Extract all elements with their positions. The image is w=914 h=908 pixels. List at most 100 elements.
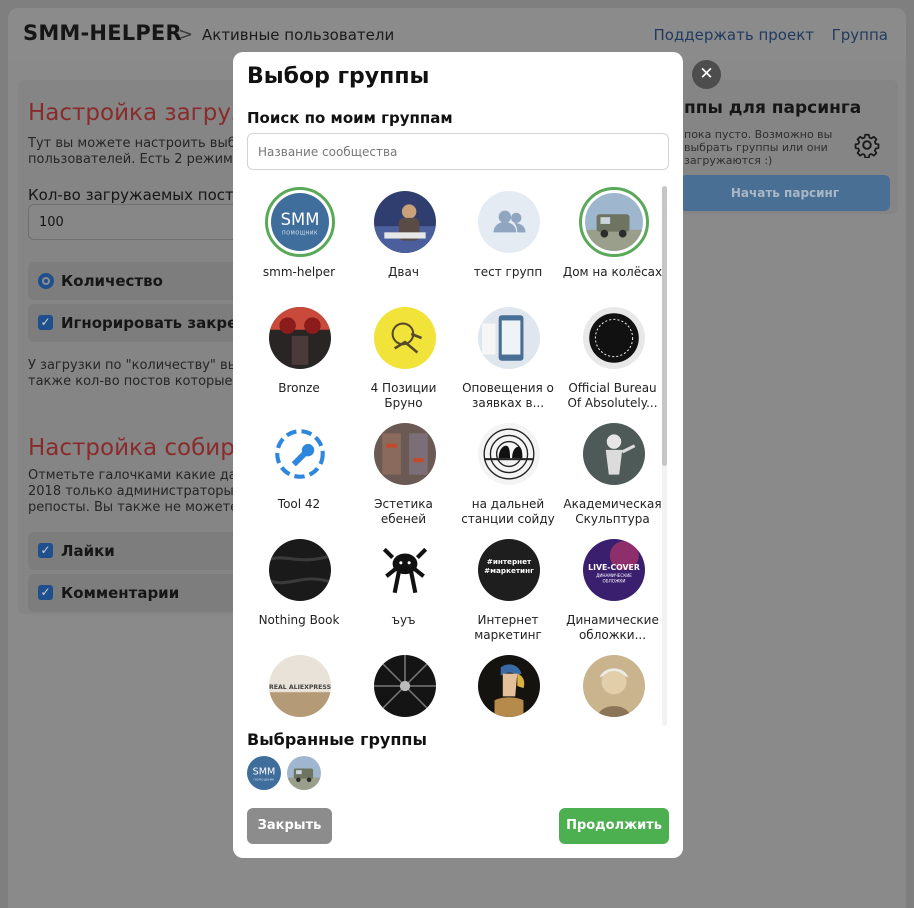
svg-text:ПОМОЩНИК: ПОМОЩНИК (253, 777, 274, 781)
group-avatar[interactable]: SMM ПОМОЩНИК (265, 187, 335, 257)
group-card[interactable]: SMM ПОМОЩНИК smm-helper (247, 184, 351, 294)
group-avatar[interactable] (370, 187, 440, 257)
group-card[interactable]: Bronze (247, 300, 351, 410)
group-avatar-image: REAL ALIEXPRESS (269, 655, 331, 717)
collect-desc-line-2: 2018 только администраторы с (28, 484, 246, 499)
group-avatar[interactable] (265, 303, 335, 373)
likes-label: Лайки (61, 542, 115, 560)
group-avatar[interactable] (370, 419, 440, 489)
group-card[interactable]: 4 Позиции Бруно (352, 300, 456, 410)
group-card[interactable]: #интернет #маркетинг Интернет маркетинг (456, 532, 560, 642)
group-avatar-image (582, 655, 645, 717)
group-card[interactable]: Двач (352, 184, 456, 294)
group-card[interactable]: Official Bureau Of Absolutely... (561, 300, 665, 410)
group-card[interactable] (561, 648, 665, 728)
group-name: ъуъ (391, 613, 416, 627)
group-avatar-image (478, 655, 540, 717)
group-avatar[interactable] (579, 419, 649, 489)
continue-button[interactable]: Продолжить (559, 808, 669, 844)
group-name: Дом на колёсах (562, 265, 663, 279)
group-avatar[interactable] (474, 419, 544, 489)
group-card[interactable] (352, 648, 456, 728)
group-avatar[interactable]: LIVE-COVER ДИНАМИЧЕСКИЕ ОБЛОЖКИ (579, 535, 649, 605)
radio-selected-icon (38, 273, 54, 289)
app-brand[interactable]: SMM-HELPER (23, 21, 182, 45)
close-button[interactable]: Закрыть (247, 808, 332, 844)
group-avatar[interactable] (579, 303, 649, 373)
option-ignore-label: Игнорировать закрепл (61, 314, 259, 332)
close-icon[interactable]: ✕ (692, 60, 721, 89)
group-avatar-image (373, 423, 436, 485)
group-avatar[interactable] (265, 535, 335, 605)
group-avatar-image (582, 423, 645, 485)
checkbox-checked-icon: ✓ (38, 543, 53, 558)
group-name: smm-helper (262, 265, 336, 279)
group-avatar-image (582, 307, 645, 369)
svg-text:ОБЛОЖКИ: ОБЛОЖКИ (602, 578, 625, 583)
group-avatar[interactable]: #интернет #маркетинг (474, 535, 544, 605)
group-card[interactable]: Tool 42 (247, 416, 351, 526)
breadcrumb-current: Активные пользователи (202, 26, 395, 44)
group-card[interactable]: Академическая Скульптура (561, 416, 665, 526)
start-parsing-button[interactable]: Начать парсинг (680, 175, 890, 211)
load-desc-line-2: пользователей. Есть 2 режима (28, 152, 241, 167)
group-avatar-image (373, 539, 436, 601)
svg-text:LIVE-COVER: LIVE-COVER (588, 563, 640, 572)
load-desc-line-1: Тут вы можете настроить выбо (28, 136, 244, 151)
group-avatar-image (373, 655, 436, 717)
gear-icon[interactable] (854, 132, 880, 158)
nav-support-link[interactable]: Поддержать проект (653, 26, 814, 44)
group-avatar-image (478, 423, 540, 485)
group-avatar[interactable] (578, 187, 649, 257)
svg-text:#интернет: #интернет (487, 557, 532, 566)
group-card[interactable]: ъуъ (352, 532, 456, 642)
group-name: 4 Позиции Бруно (370, 381, 437, 410)
group-select-modal: Выбор группы Поиск по моим группам SMMПО… (233, 52, 683, 858)
users-icon (478, 191, 540, 253)
group-avatar[interactable] (370, 303, 440, 373)
group-avatar-image (373, 191, 436, 253)
group-avatar-image (269, 307, 331, 369)
group-avatar-image: #интернет #маркетинг (478, 539, 540, 601)
checkbox-checked-icon: ✓ (38, 585, 53, 600)
group-card[interactable] (456, 648, 560, 728)
wrench-icon (269, 423, 331, 485)
group-name: Двач (388, 265, 419, 279)
group-card[interactable]: Оповещения о заявках в... (456, 300, 560, 410)
group-search-input[interactable] (247, 133, 669, 170)
group-card[interactable]: LIVE-COVER ДИНАМИЧЕСКИЕ ОБЛОЖКИ Динамически… (561, 532, 665, 642)
group-card[interactable]: на дальней станции сойду (456, 416, 560, 526)
group-card[interactable]: тест групп (456, 184, 560, 294)
group-name: на дальней станции сойду (461, 497, 555, 526)
note-line-2: также кол-во постов которые н (28, 374, 246, 389)
group-name: Official Bureau Of Absolutely... (567, 381, 658, 410)
group-avatar[interactable] (474, 651, 544, 721)
group-avatar-image (478, 307, 540, 369)
selected-group-avatar[interactable]: SMM ПОМОЩНИК (247, 756, 281, 790)
group-avatar-image (269, 539, 331, 601)
selected-group-avatar[interactable] (287, 756, 321, 790)
group-name: Tool 42 (277, 497, 321, 511)
group-name: Оповещения о заявках в... (462, 381, 554, 410)
group-avatar[interactable] (370, 651, 440, 721)
group-card[interactable]: Дом на колёсах (561, 184, 665, 294)
parse-groups-desc-3: загружаются :) (684, 154, 773, 167)
group-avatar[interactable] (265, 419, 335, 489)
collect-desc-line-3: репосты. Вы также не можете у (28, 500, 250, 515)
group-card[interactable]: Nothing Book (247, 532, 351, 642)
svg-text:ПОМОЩНИК: ПОМОЩНИК (282, 231, 318, 237)
groups-scroll-thumb[interactable] (662, 186, 667, 466)
group-avatar[interactable]: REAL ALIEXPRESS (265, 651, 335, 721)
svg-text:SMM: SMM (281, 210, 320, 229)
group-avatar[interactable] (474, 303, 544, 373)
nav-group-link[interactable]: Группа (832, 26, 888, 44)
group-card[interactable]: REAL ALIEXPRESS (247, 648, 351, 728)
group-avatar[interactable] (370, 535, 440, 605)
svg-text:#маркетинг: #маркетинг (484, 566, 534, 575)
group-avatar[interactable] (474, 187, 544, 257)
svg-text:SMM: SMM (253, 767, 276, 778)
group-avatar[interactable] (579, 651, 649, 721)
group-name: Интернет маркетинг (474, 613, 542, 642)
checkbox-checked-icon: ✓ (38, 315, 53, 330)
group-card[interactable]: Эстетика ебеней (352, 416, 456, 526)
